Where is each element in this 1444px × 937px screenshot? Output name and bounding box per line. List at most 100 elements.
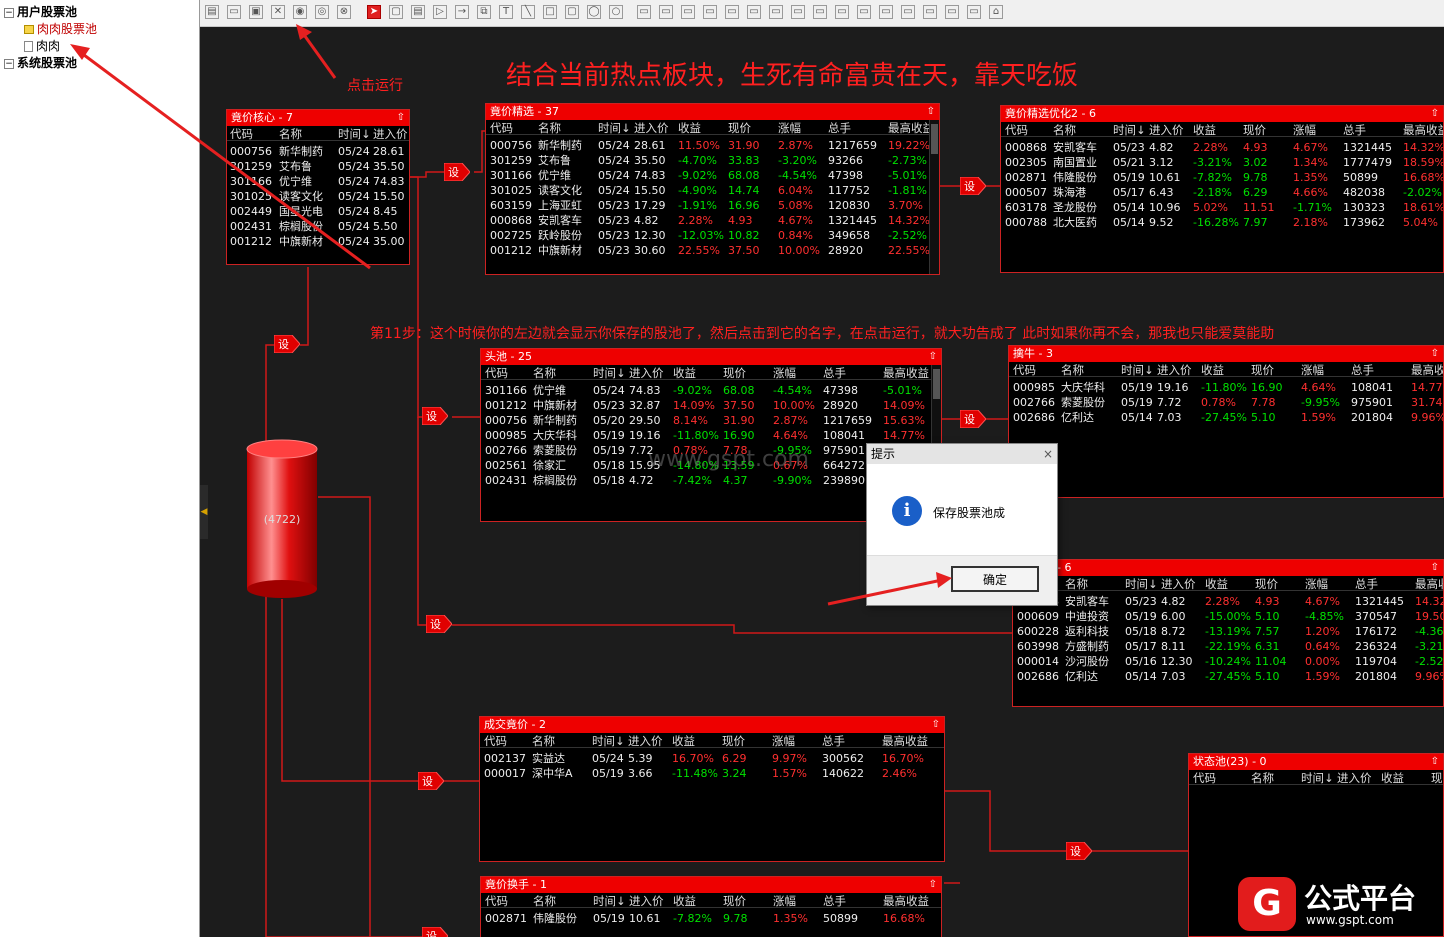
pool-panel[interactable]: 竟价核心 - 7 ⇧ 代码 名称 时间↓ 进入价 000756 新华制药 05/24 28.61 3… [226,109,410,265]
pin-icon[interactable]: ⇧ [1431,106,1439,122]
pool-panel[interactable]: 竟价换手 - 1 ⇧ 代码 名称 时间↓ 进入价 收益 现价 涨幅 总手 最高收益 002871 伟隆股… [480,876,942,937]
pin-icon[interactable]: ⇧ [932,717,940,733]
toolbar-tool-icon[interactable]: ▢ [565,5,579,19]
column-header[interactable]: 名称 [1065,576,1088,592]
table-row[interactable]: 000756 新华制药 05/20 29.50 8.14% 31.90 2.87% 12176… [481,413,941,428]
toolbar-tool-icon[interactable]: ▢ [389,5,403,19]
table-row[interactable]: 301025 读客文化 05/24 15.50 [227,189,409,204]
column-header[interactable]: 代码 [1005,122,1028,138]
column-header[interactable]: 涨幅 [1293,122,1316,138]
column-header[interactable]: 时间↓ [338,126,371,142]
column-header[interactable]: 时间↓ [1121,362,1154,378]
table-row[interactable]: 301259 艾布鲁 05/24 35.50 -4.70% 33.83 -3.20% 9326… [486,153,939,168]
column-header[interactable]: 进入价 [629,893,664,909]
column-header[interactable]: 进入价 [629,365,664,381]
column-header[interactable]: 时间↓ [1125,576,1158,592]
toolbar-tool-icon[interactable]: → [455,5,469,19]
column-header[interactable]: 现价 [1255,576,1278,592]
pool-panel[interactable]: 竟价精选 - 37 ⇧ 代码 名称 时间↓ 进入价 收益 现价 涨幅 总手 最高收益 000756 新华… [485,103,940,275]
panel-title-bar[interactable]: 擒牛 - 3 ⇧ [1009,346,1443,362]
toolbar-tool-icon[interactable]: ▭ [725,5,739,19]
toolbar-tool-icon[interactable]: ▭ [857,5,871,19]
toolbar-tool-icon[interactable]: ◎ [315,5,329,19]
ok-button[interactable]: 确定 [951,566,1039,592]
column-header[interactable]: 现价 [1243,122,1266,138]
table-row[interactable]: 301166 优宁维 05/24 74.83 -9.02% 68.08 -4.54% 4739… [481,383,941,398]
column-header[interactable]: 总手 [822,733,845,749]
column-header[interactable]: 总手 [1355,576,1378,592]
pool-panel[interactable]: 成交竟价 - 2 ⇧ 代码 名称 时间↓ 进入价 收益 现价 涨幅 总手 最高收益 002137 实益达… [479,716,945,862]
setting-node[interactable]: 设 [444,163,470,181]
collapse-toggle-icon[interactable]: − [4,7,14,18]
toolbar-tool-icon[interactable]: ▷ [433,5,447,19]
panel-title-bar[interactable]: 竟价核心 - 7 ⇧ [227,110,409,126]
column-header[interactable]: 时间↓ [593,893,626,909]
toolbar-tool-icon[interactable]: ▭ [901,5,915,19]
column-header[interactable]: 名称 [279,126,302,142]
column-header[interactable]: 最高收益 [888,120,934,136]
table-row[interactable]: 000788 北大医药 05/14 9.52 -16.28% 7.97 2.18% 17396… [1001,215,1443,230]
column-header[interactable]: 进入价 [373,126,408,142]
column-header[interactable]: 涨幅 [1305,576,1328,592]
column-header[interactable]: 名称 [1053,122,1076,138]
panel-title-bar[interactable]: 状态池(23) - 0 ⇧ [1189,754,1443,770]
run-icon[interactable]: ◉ [293,5,307,19]
toolbar-tool-icon[interactable]: ╲ [521,5,535,19]
column-header[interactable]: 最高收益 [1403,122,1443,138]
column-header[interactable]: 收益 [1193,122,1216,138]
toolbar-tool-icon[interactable]: ▣ [249,5,263,19]
pool-panel[interactable]: 竟价精选优化2 - 6 ⇧ 代码 名称 时间↓进入价收益 现价 涨幅 总手 最高收益 000868… [1000,105,1444,273]
pin-icon[interactable]: ⇧ [929,877,937,893]
table-row[interactable]: 000756 新华制药 05/24 28.61 11.50% 31.90 2.87% 1217… [486,138,939,153]
column-header[interactable]: 涨幅 [1301,362,1324,378]
table-row[interactable]: 000507 珠海港 05/17 6.43 -2.18% 6.29 4.66% 482038 -… [1001,185,1443,200]
setting-node[interactable]: 设 [426,615,452,633]
column-header[interactable]: 名称 [532,733,555,749]
column-header[interactable]: 进入价 [1337,770,1372,786]
column-header[interactable]: 总手 [1343,122,1366,138]
column-header[interactable]: 收益 [673,893,696,909]
pin-icon[interactable]: ⇧ [1431,754,1439,770]
toolbar-tool-icon[interactable]: ⧉ [477,5,491,19]
table-row[interactable]: 001212 中旗新材 05/23 32.87 14.09% 37.50 10.00% 289… [481,398,941,413]
column-header[interactable]: 代码 [490,120,513,136]
column-header[interactable]: 进入价 [634,120,669,136]
table-row[interactable]: 002725 跃岭股份 05/23 12.30 -12.03% 10.82 0.84% 349… [486,228,939,243]
toolbar-tool-icon[interactable]: ▤ [205,5,219,19]
panel-title-bar[interactable]: 竟价换手 - 1 ⇧ [481,877,941,893]
pool-panel[interactable]: - 6⇧代码名称时间↓进入价收益现价涨幅总手最高收益000868安凯客车05/2… [1012,559,1444,707]
column-header[interactable]: 时间↓ [592,733,625,749]
column-header[interactable]: 时间↓ [1113,122,1146,138]
toolbar-tool-icon[interactable]: ▭ [813,5,827,19]
table-row[interactable]: 603178 圣龙股份 05/14 10.96 5.02% 11.51 -1.71% 1303… [1001,200,1443,215]
table-row[interactable]: 002431 棕榈股份 05/24 5.50 [227,219,409,234]
table-row[interactable]: 000868安凯客车05/234.822.28%4.934.67%1321445… [486,213,939,228]
column-header[interactable]: 时间↓ [1301,770,1334,786]
panel-title-bar[interactable]: 成交竟价 - 2 ⇧ [480,717,944,733]
table-row[interactable]: 600228 返利科技 05/18 8.72 -13.19% 7.57 1.20% 17617… [1013,624,1443,639]
column-header[interactable]: 现价 [728,120,751,136]
toolbar-tool-icon[interactable]: ○ [609,5,623,19]
column-header[interactable]: 名称 [538,120,561,136]
toolbar-tool-icon[interactable]: ▭ [659,5,673,19]
column-header[interactable]: 最高收益 [883,893,929,909]
column-header[interactable]: 名称 [1061,362,1084,378]
setting-node[interactable]: 设 [422,407,448,425]
toolbar-tool-icon[interactable]: ⊗ [337,5,351,19]
column-header[interactable]: 现价 [1431,770,1443,786]
toolbar-tool-icon[interactable]: ✕ [271,5,285,19]
setting-node[interactable]: 设 [418,772,444,790]
table-row[interactable]: 002871 伟隆股份 05/19 10.61 -7.82% 9.78 1.35% 50899… [1001,170,1443,185]
table-row[interactable]: 002137 实益达 05/24 5.39 16.70% 6.29 9.97% 300562 1… [480,751,944,766]
pin-icon[interactable]: ⇧ [1431,560,1439,576]
column-header[interactable]: 最高收益 [883,365,929,381]
column-header[interactable]: 涨幅 [772,733,795,749]
column-header[interactable]: 时间↓ [598,120,631,136]
tree-node-system-pool[interactable]: − 系统股票池 [4,55,77,71]
column-header[interactable]: 名称 [1251,770,1274,786]
scrollbar-thumb[interactable] [933,369,940,399]
column-header[interactable]: 涨幅 [773,893,796,909]
column-header[interactable]: 最高收益 [1415,576,1443,592]
toolbar-tool-icon[interactable]: ▭ [769,5,783,19]
table-row[interactable]: 000868安凯客车05/234.822.28%4.934.67%1321445… [1013,594,1443,609]
